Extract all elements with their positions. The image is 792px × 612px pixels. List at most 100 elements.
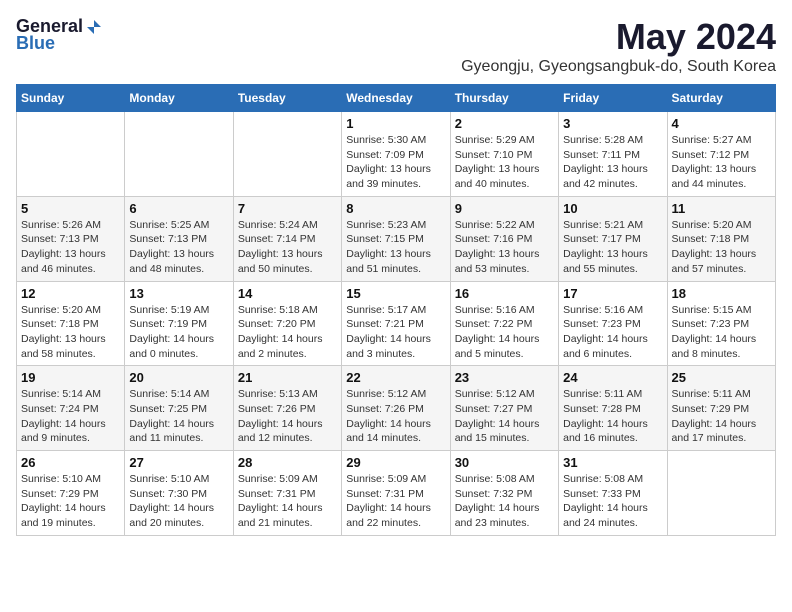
header: General Blue May 2024 Gyeongju, Gyeongsa… bbox=[16, 16, 776, 76]
calendar-cell: 12 Sunrise: 5:20 AM Sunset: 7:18 PM Dayli… bbox=[17, 281, 125, 366]
title-area: May 2024 Gyeongju, Gyeongsangbuk-do, Sou… bbox=[461, 16, 776, 76]
day-number: 15 bbox=[346, 286, 445, 301]
calendar-cell: 14 Sunrise: 5:18 AM Sunset: 7:20 PM Dayli… bbox=[233, 281, 341, 366]
calendar-cell: 27 Sunrise: 5:10 AM Sunset: 7:30 PM Dayli… bbox=[125, 451, 233, 536]
calendar-cell: 25Sunrise: 5:11 AM Sunset: 7:29 PM Dayli… bbox=[667, 366, 775, 451]
day-info: Sunrise: 5:09 AM Sunset: 7:31 PM Dayligh… bbox=[238, 472, 337, 531]
calendar-cell: 21 Sunrise: 5:13 AM Sunset: 7:26 PM Dayli… bbox=[233, 366, 341, 451]
day-header-monday: Monday bbox=[125, 85, 233, 112]
calendar-cell: 10Sunrise: 5:21 AM Sunset: 7:17 PM Dayli… bbox=[559, 196, 667, 281]
day-info: Sunrise: 5:17 AM Sunset: 7:21 PM Dayligh… bbox=[346, 303, 445, 362]
calendar-cell: 30Sunrise: 5:08 AM Sunset: 7:32 PM Dayli… bbox=[450, 451, 558, 536]
calendar-cell: 6 Sunrise: 5:25 AM Sunset: 7:13 PM Daylig… bbox=[125, 196, 233, 281]
day-number: 21 bbox=[238, 370, 337, 385]
day-info: Sunrise: 5:14 AM Sunset: 7:25 PM Dayligh… bbox=[129, 387, 228, 446]
day-number: 1 bbox=[346, 116, 445, 131]
day-info: Sunrise: 5:24 AM Sunset: 7:14 PM Dayligh… bbox=[238, 218, 337, 277]
calendar-cell: 2 Sunrise: 5:29 AM Sunset: 7:10 PM Daylig… bbox=[450, 112, 558, 197]
day-number: 28 bbox=[238, 455, 337, 470]
calendar-cell: 8 Sunrise: 5:23 AM Sunset: 7:15 PM Daylig… bbox=[342, 196, 450, 281]
day-number: 6 bbox=[129, 201, 228, 216]
calendar-cell: 11Sunrise: 5:20 AM Sunset: 7:18 PM Dayli… bbox=[667, 196, 775, 281]
calendar-cell: 5 Sunrise: 5:26 AM Sunset: 7:13 PM Daylig… bbox=[17, 196, 125, 281]
calendar-cell bbox=[667, 451, 775, 536]
day-info: Sunrise: 5:14 AM Sunset: 7:24 PM Dayligh… bbox=[21, 387, 120, 446]
day-info: Sunrise: 5:11 AM Sunset: 7:29 PM Dayligh… bbox=[672, 387, 771, 446]
day-info: Sunrise: 5:22 AM Sunset: 7:16 PM Dayligh… bbox=[455, 218, 554, 277]
calendar-cell: 18 Sunrise: 5:15 AM Sunset: 7:23 PM Dayli… bbox=[667, 281, 775, 366]
calendar-table: SundayMondayTuesdayWednesdayThursdayFrid… bbox=[16, 84, 776, 536]
day-number: 20 bbox=[129, 370, 228, 385]
day-header-saturday: Saturday bbox=[667, 85, 775, 112]
calendar-week-row: 26 Sunrise: 5:10 AM Sunset: 7:29 PM Dayli… bbox=[17, 451, 776, 536]
day-info: Sunrise: 5:20 AM Sunset: 7:18 PM Dayligh… bbox=[672, 218, 771, 277]
calendar-week-row: 5 Sunrise: 5:26 AM Sunset: 7:13 PM Daylig… bbox=[17, 196, 776, 281]
day-info: Sunrise: 5:18 AM Sunset: 7:20 PM Dayligh… bbox=[238, 303, 337, 362]
day-number: 18 bbox=[672, 286, 771, 301]
calendar-week-row: 12 Sunrise: 5:20 AM Sunset: 7:18 PM Dayli… bbox=[17, 281, 776, 366]
day-info: Sunrise: 5:09 AM Sunset: 7:31 PM Dayligh… bbox=[346, 472, 445, 531]
day-number: 26 bbox=[21, 455, 120, 470]
day-number: 7 bbox=[238, 201, 337, 216]
day-number: 2 bbox=[455, 116, 554, 131]
day-number: 10 bbox=[563, 201, 662, 216]
day-info: Sunrise: 5:12 AM Sunset: 7:27 PM Dayligh… bbox=[455, 387, 554, 446]
logo: General Blue bbox=[16, 16, 103, 54]
location-title: Gyeongju, Gyeongsangbuk-do, South Korea bbox=[461, 58, 776, 76]
day-info: Sunrise: 5:30 AM Sunset: 7:09 PM Dayligh… bbox=[346, 133, 445, 192]
calendar-cell: 20 Sunrise: 5:14 AM Sunset: 7:25 PM Dayli… bbox=[125, 366, 233, 451]
day-header-wednesday: Wednesday bbox=[342, 85, 450, 112]
day-number: 24 bbox=[563, 370, 662, 385]
calendar-cell: 19 Sunrise: 5:14 AM Sunset: 7:24 PM Dayli… bbox=[17, 366, 125, 451]
day-info: Sunrise: 5:25 AM Sunset: 7:13 PM Dayligh… bbox=[129, 218, 228, 277]
calendar-cell: 1 Sunrise: 5:30 AM Sunset: 7:09 PM Daylig… bbox=[342, 112, 450, 197]
calendar-week-row: 1 Sunrise: 5:30 AM Sunset: 7:09 PM Daylig… bbox=[17, 112, 776, 197]
calendar-cell bbox=[233, 112, 341, 197]
calendar-cell: 26 Sunrise: 5:10 AM Sunset: 7:29 PM Dayli… bbox=[17, 451, 125, 536]
calendar-cell: 24 Sunrise: 5:11 AM Sunset: 7:28 PM Dayli… bbox=[559, 366, 667, 451]
day-number: 29 bbox=[346, 455, 445, 470]
calendar-cell: 9 Sunrise: 5:22 AM Sunset: 7:16 PM Daylig… bbox=[450, 196, 558, 281]
day-info: Sunrise: 5:12 AM Sunset: 7:26 PM Dayligh… bbox=[346, 387, 445, 446]
day-info: Sunrise: 5:28 AM Sunset: 7:11 PM Dayligh… bbox=[563, 133, 662, 192]
day-info: Sunrise: 5:29 AM Sunset: 7:10 PM Dayligh… bbox=[455, 133, 554, 192]
month-title: May 2024 bbox=[461, 16, 776, 58]
day-number: 30 bbox=[455, 455, 554, 470]
calendar-cell: 31Sunrise: 5:08 AM Sunset: 7:33 PM Dayli… bbox=[559, 451, 667, 536]
day-number: 23 bbox=[455, 370, 554, 385]
calendar-cell: 15 Sunrise: 5:17 AM Sunset: 7:21 PM Dayli… bbox=[342, 281, 450, 366]
day-info: Sunrise: 5:10 AM Sunset: 7:30 PM Dayligh… bbox=[129, 472, 228, 531]
day-header-thursday: Thursday bbox=[450, 85, 558, 112]
day-number: 5 bbox=[21, 201, 120, 216]
day-number: 27 bbox=[129, 455, 228, 470]
day-number: 14 bbox=[238, 286, 337, 301]
day-number: 17 bbox=[563, 286, 662, 301]
calendar-cell bbox=[125, 112, 233, 197]
calendar-cell: 4 Sunrise: 5:27 AM Sunset: 7:12 PM Daylig… bbox=[667, 112, 775, 197]
day-info: Sunrise: 5:19 AM Sunset: 7:19 PM Dayligh… bbox=[129, 303, 228, 362]
logo-icon bbox=[85, 18, 103, 36]
day-number: 3 bbox=[563, 116, 662, 131]
day-info: Sunrise: 5:16 AM Sunset: 7:23 PM Dayligh… bbox=[563, 303, 662, 362]
day-info: Sunrise: 5:11 AM Sunset: 7:28 PM Dayligh… bbox=[563, 387, 662, 446]
day-number: 12 bbox=[21, 286, 120, 301]
day-info: Sunrise: 5:08 AM Sunset: 7:33 PM Dayligh… bbox=[563, 472, 662, 531]
day-info: Sunrise: 5:23 AM Sunset: 7:15 PM Dayligh… bbox=[346, 218, 445, 277]
calendar-cell: 29 Sunrise: 5:09 AM Sunset: 7:31 PM Dayli… bbox=[342, 451, 450, 536]
day-number: 4 bbox=[672, 116, 771, 131]
day-number: 19 bbox=[21, 370, 120, 385]
calendar-cell: 16Sunrise: 5:16 AM Sunset: 7:22 PM Dayli… bbox=[450, 281, 558, 366]
day-number: 9 bbox=[455, 201, 554, 216]
day-info: Sunrise: 5:20 AM Sunset: 7:18 PM Dayligh… bbox=[21, 303, 120, 362]
logo-blue-text: Blue bbox=[16, 33, 55, 54]
calendar-header-row: SundayMondayTuesdayWednesdayThursdayFrid… bbox=[17, 85, 776, 112]
day-header-friday: Friday bbox=[559, 85, 667, 112]
day-info: Sunrise: 5:26 AM Sunset: 7:13 PM Dayligh… bbox=[21, 218, 120, 277]
day-info: Sunrise: 5:27 AM Sunset: 7:12 PM Dayligh… bbox=[672, 133, 771, 192]
calendar-cell bbox=[17, 112, 125, 197]
day-info: Sunrise: 5:13 AM Sunset: 7:26 PM Dayligh… bbox=[238, 387, 337, 446]
day-number: 22 bbox=[346, 370, 445, 385]
day-number: 8 bbox=[346, 201, 445, 216]
day-info: Sunrise: 5:10 AM Sunset: 7:29 PM Dayligh… bbox=[21, 472, 120, 531]
day-info: Sunrise: 5:15 AM Sunset: 7:23 PM Dayligh… bbox=[672, 303, 771, 362]
